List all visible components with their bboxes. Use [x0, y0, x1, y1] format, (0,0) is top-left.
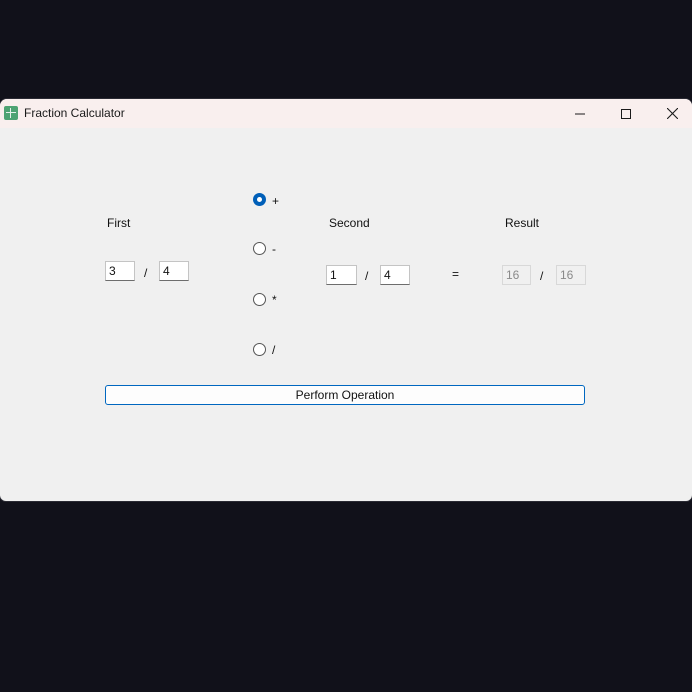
radio-divide-label[interactable]: / [272, 343, 275, 357]
second-fraction-slash: / [365, 269, 369, 283]
first-denominator-input[interactable]: 4 [159, 261, 189, 281]
radio-subtract[interactable] [253, 242, 266, 255]
maximize-button[interactable] [603, 99, 649, 128]
equals-sign: = [452, 267, 460, 281]
calculator-icon [4, 106, 18, 120]
minimize-button[interactable] [557, 99, 603, 128]
window-title: Fraction Calculator [24, 106, 125, 120]
radio-multiply-label[interactable]: * [272, 293, 277, 307]
title-bar[interactable]: Fraction Calculator [0, 99, 692, 128]
radio-subtract-label[interactable]: - [272, 242, 276, 256]
close-icon [666, 108, 678, 119]
first-label: First [107, 216, 131, 230]
second-numerator-input[interactable]: 1 [326, 265, 357, 285]
result-denominator-field: 16 [556, 265, 586, 285]
first-fraction-slash: / [144, 266, 148, 280]
radio-add[interactable] [253, 193, 266, 206]
radio-add-label[interactable]: + [272, 194, 279, 208]
radio-divide[interactable] [253, 343, 266, 356]
result-label: Result [505, 216, 540, 230]
second-denominator-input[interactable]: 4 [380, 265, 410, 285]
first-numerator-input[interactable]: 3 [105, 261, 135, 281]
second-label: Second [329, 216, 370, 230]
radio-multiply[interactable] [253, 293, 266, 306]
perform-operation-button[interactable]: Perform Operation [105, 385, 585, 405]
close-button[interactable] [649, 99, 692, 128]
maximize-icon [621, 108, 631, 119]
app-window: Fraction Calculator First Second Result … [0, 99, 692, 501]
desktop: Fraction Calculator First Second Result … [0, 0, 692, 692]
result-fraction-slash: / [540, 269, 544, 283]
minimize-icon [575, 113, 585, 114]
result-numerator-field: 16 [502, 265, 531, 285]
